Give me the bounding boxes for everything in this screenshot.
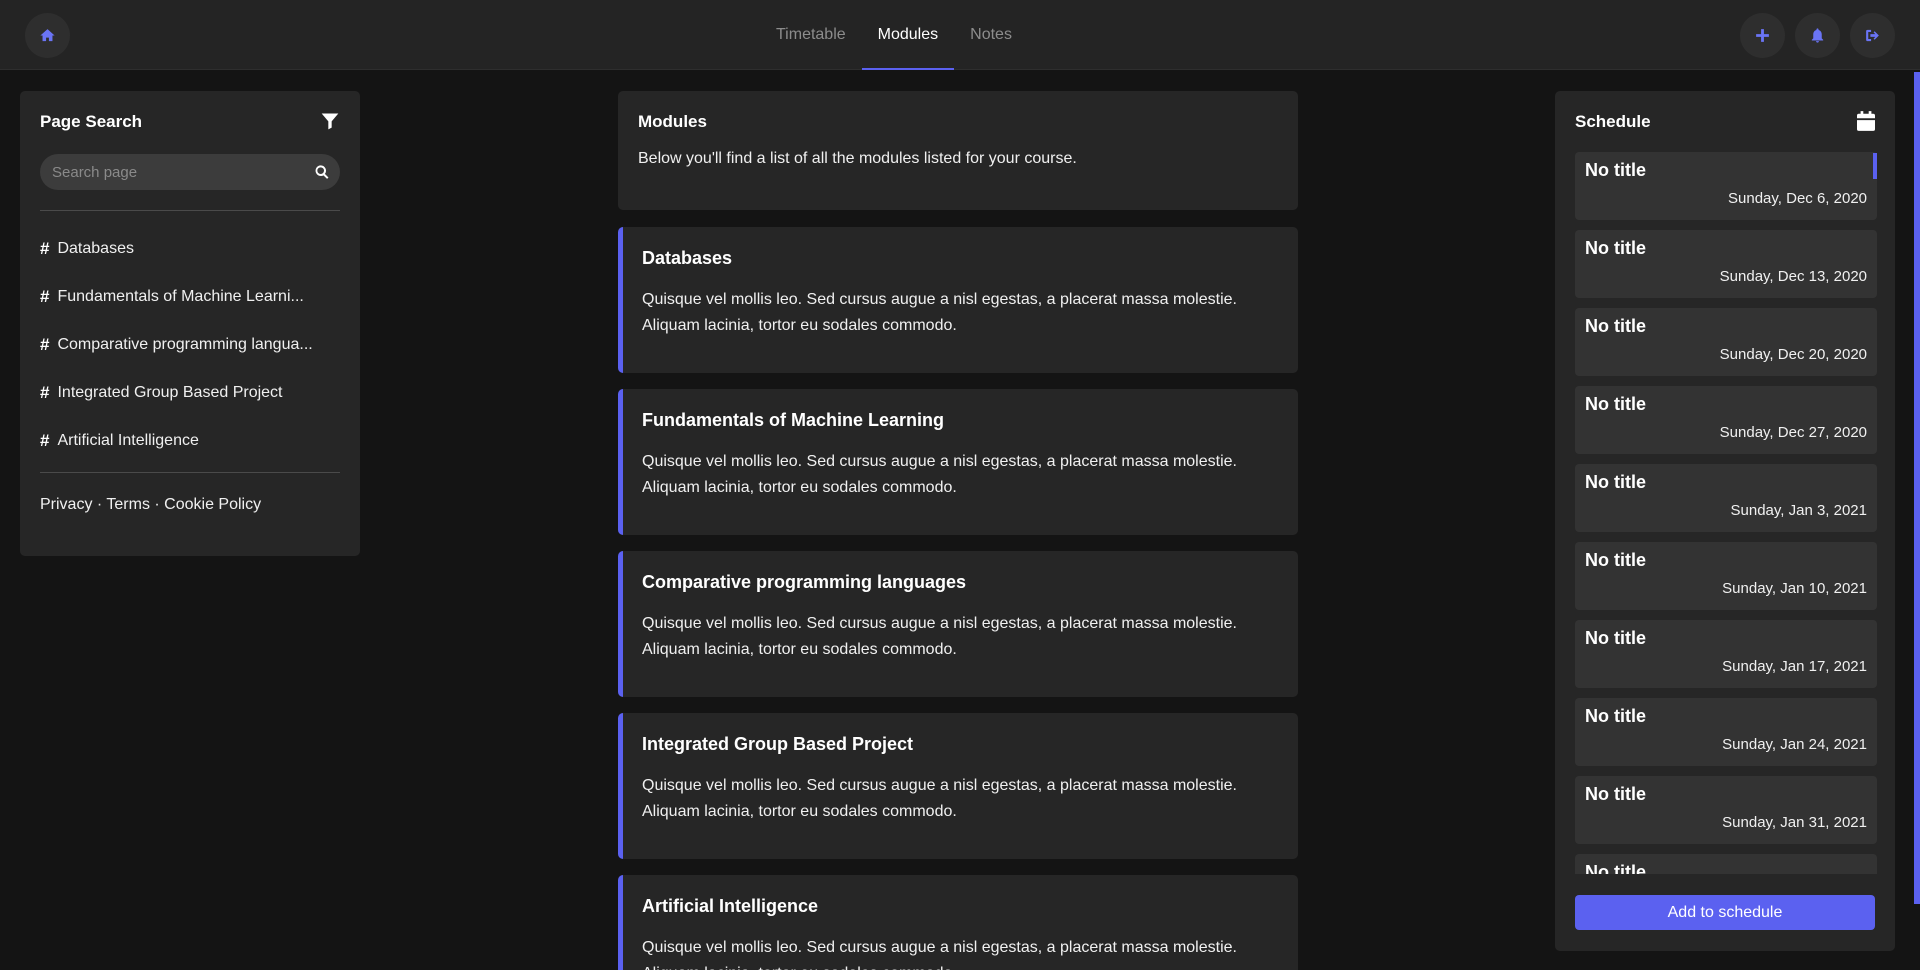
- home-icon: [40, 29, 55, 42]
- section-link-machine-learning[interactable]: # Fundamentals of Machine Learni...: [40, 273, 340, 321]
- hash-icon: #: [40, 287, 50, 306]
- module-title: Integrated Group Based Project: [642, 734, 914, 754]
- module-card: Comparative programming languages Quisqu…: [618, 551, 1298, 697]
- tab-timetable[interactable]: Timetable: [760, 0, 862, 70]
- bell-icon: [1811, 28, 1824, 43]
- module-description: Quisque vel mollis leo. Sed cursus augue…: [642, 615, 1237, 658]
- schedule-item[interactable]: No title Sunday, Jan 31, 2021: [1575, 776, 1877, 844]
- add-button[interactable]: [1740, 13, 1785, 58]
- schedule-item[interactable]: No title Sunday, Dec 27, 2020: [1575, 386, 1877, 454]
- schedule-item[interactable]: No title Sunday, Jan 24, 2021: [1575, 698, 1877, 766]
- schedule-item[interactable]: No title Sunday, Jan 17, 2021: [1575, 620, 1877, 688]
- search-icon[interactable]: [314, 164, 330, 180]
- logout-button[interactable]: [1850, 13, 1895, 58]
- footer-links: Privacy · Terms · Cookie Policy: [40, 496, 262, 513]
- module-description: Quisque vel mollis leo. Sed cursus augue…: [642, 777, 1237, 820]
- plus-icon: [1756, 29, 1769, 42]
- page-title: Modules: [638, 112, 707, 131]
- search-box: [40, 154, 340, 190]
- tab-notes[interactable]: Notes: [954, 0, 1028, 70]
- page-search-title: Page Search: [40, 112, 143, 131]
- module-title: Databases: [642, 248, 733, 268]
- divider: [40, 210, 340, 211]
- schedule-panel: Schedule No title Sunday, Dec 6, 2020 No …: [1555, 91, 1895, 951]
- section-link-databases[interactable]: # Databases: [40, 225, 340, 273]
- section-link-group-project[interactable]: # Integrated Group Based Project: [40, 369, 340, 417]
- hash-icon: #: [40, 239, 50, 258]
- search-input[interactable]: [40, 163, 300, 181]
- calendar-icon[interactable]: [1857, 111, 1875, 131]
- terms-link[interactable]: Terms: [106, 496, 150, 513]
- module-card: Integrated Group Based Project Quisque v…: [618, 713, 1298, 859]
- schedule-item[interactable]: No title Sunday, Dec 20, 2020: [1575, 308, 1877, 376]
- page-search-panel: Page Search #Databases #Fundamentals of …: [20, 91, 360, 556]
- hash-icon: #: [40, 335, 50, 354]
- section-link-ai[interactable]: # Artificial Intelligence: [40, 417, 340, 465]
- add-to-schedule-button[interactable]: Add to schedule: [1575, 895, 1875, 930]
- schedule-item[interactable]: No title Sunday, Jan 3, 2021: [1575, 464, 1877, 532]
- tab-modules[interactable]: Modules: [861, 0, 955, 70]
- schedule-item[interactable]: No title Sunday, Jan 10, 2021: [1575, 542, 1877, 610]
- sign-out-icon: [1866, 29, 1879, 42]
- cookie-policy-link[interactable]: Cookie Policy: [164, 496, 261, 513]
- schedule-title: Schedule: [1575, 112, 1651, 131]
- divider: [40, 472, 340, 473]
- module-title: Fundamentals of Machine Learning: [642, 410, 945, 430]
- module-description: Quisque vel mollis leo. Sed cursus augue…: [642, 291, 1237, 334]
- page-scrollbar[interactable]: [1914, 72, 1920, 904]
- module-description: Quisque vel mollis leo. Sed cursus augue…: [642, 453, 1237, 496]
- hash-icon: #: [40, 431, 50, 450]
- intro-text: Below you'll find a list of all the modu…: [638, 150, 1077, 167]
- module-card: Fundamentals of Machine Learning Quisque…: [618, 389, 1298, 535]
- hash-icon: #: [40, 383, 50, 402]
- schedule-list[interactable]: No title Sunday, Dec 6, 2020 No title Sund…: [1575, 152, 1877, 874]
- page-sections-list: # Databases # Fundamentals of Machine Lear…: [40, 225, 340, 465]
- privacy-link[interactable]: Privacy: [40, 496, 92, 513]
- home-button[interactable]: [25, 13, 70, 58]
- module-card: Databases Quisque vel mollis leo. Sed cu…: [618, 227, 1298, 373]
- schedule-item[interactable]: No title: [1575, 854, 1877, 874]
- schedule-item[interactable]: No title Sunday, Dec 13, 2020: [1575, 230, 1877, 298]
- module-description: Quisque vel mollis leo. Sed cursus augue…: [642, 939, 1237, 970]
- schedule-scrollbar[interactable]: [1873, 153, 1877, 179]
- module-title: Comparative programming languages: [642, 572, 967, 592]
- module-title: Artificial Intelligence: [642, 896, 819, 916]
- schedule-item[interactable]: No title Sunday, Dec 6, 2020: [1575, 152, 1877, 220]
- filter-icon[interactable]: [320, 111, 340, 131]
- section-link-programming-languages[interactable]: # Comparative programming langua...: [40, 321, 340, 369]
- modules-intro: Modules Below you'll find a list of all …: [618, 91, 1298, 210]
- notifications-button[interactable]: [1795, 13, 1840, 58]
- top-navbar: Timetable Modules Notes: [0, 0, 1920, 70]
- nav-tabs: Timetable Modules Notes: [760, 0, 1028, 70]
- module-card: Artificial Intelligence Quisque vel moll…: [618, 875, 1298, 970]
